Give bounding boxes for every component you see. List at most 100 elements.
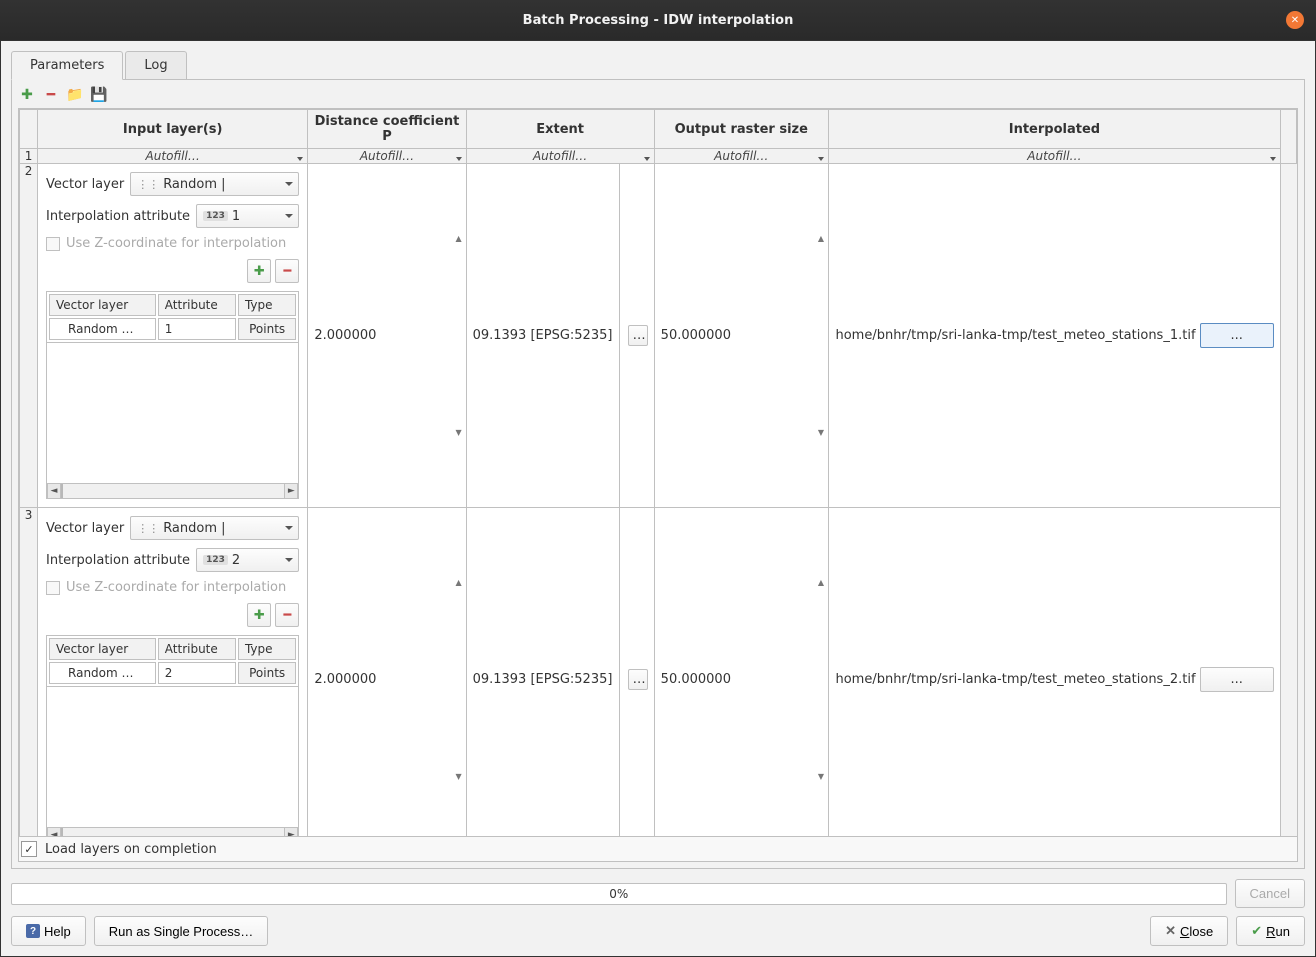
sub-attr-value[interactable]: 2 [158, 662, 236, 684]
input-layer-cell: Vector layer ⋮⋮Random | Interpolation at… [38, 164, 308, 508]
remove-layer-icon[interactable]: ━ [275, 259, 299, 283]
add-row-icon[interactable]: ✚ [18, 86, 36, 104]
sub-type-value[interactable]: Points [238, 662, 296, 684]
output-path[interactable]: home/bnhr/tmp/sri-lanka-tmp/test_meteo_s… [835, 328, 1196, 343]
use-z-row: Use Z-coordinate for interpolation [46, 236, 299, 251]
titlebar: Batch Processing - IDW interpolation [0, 0, 1316, 40]
scroll-left-icon[interactable]: ◄ [47, 828, 61, 837]
interp-attr-combo[interactable]: 1232 [196, 548, 299, 572]
sub-hscroll[interactable]: ◄ ► [46, 483, 299, 499]
vector-layer-label: Vector layer [46, 177, 124, 192]
output-path[interactable]: home/bnhr/tmp/sri-lanka-tmp/test_meteo_s… [835, 672, 1196, 687]
sub-hscroll[interactable]: ◄ ► [46, 827, 299, 837]
output-browse-button[interactable]: ... [1200, 667, 1274, 692]
sub-col-vector: Vector layer [49, 638, 156, 660]
load-layers-checkbox[interactable]: ✓ [21, 841, 37, 857]
interp-attr-combo[interactable]: 1231 [196, 204, 299, 228]
sub-col-attr: Attribute [158, 638, 236, 660]
add-layer-icon[interactable]: ✚ [247, 259, 271, 283]
output-cell: home/bnhr/tmp/sri-lanka-tmp/test_meteo_s… [828, 164, 1280, 508]
sub-vector-value[interactable]: Random … [49, 318, 156, 340]
distance-cell[interactable]: 2.000000 ▲▼ [308, 508, 466, 838]
vertical-scrollbar[interactable] [1280, 110, 1296, 164]
spin-up-icon[interactable]: ▲ [814, 234, 828, 243]
use-z-checkbox[interactable] [46, 237, 60, 251]
toolbar: ✚ ━ 📁 💾 [18, 86, 1298, 104]
input-layer-cell: Vector layer ⋮⋮Random | Interpolation at… [38, 508, 308, 838]
tab-parameters[interactable]: Parameters [11, 51, 123, 80]
sub-col-vector: Vector layer [49, 294, 156, 316]
col-extent[interactable]: Extent [466, 110, 654, 149]
autofill-distance[interactable]: Autofill… [308, 149, 466, 164]
spin-up-icon[interactable]: ▲ [452, 578, 466, 587]
spin-down-icon[interactable]: ▼ [452, 772, 466, 781]
progress-bar: 0% [11, 883, 1227, 905]
close-icon[interactable] [1286, 11, 1304, 29]
extent-value-cell[interactable]: 09.1393 [EPSG:5235] [466, 164, 619, 508]
col-rownum [20, 110, 38, 149]
rownum-1: 1 [20, 149, 38, 164]
autofill-interp[interactable]: Autofill… [828, 149, 1280, 164]
interp-attr-label: Interpolation attribute [46, 209, 190, 224]
tab-log[interactable]: Log [125, 51, 186, 80]
use-z-label: Use Z-coordinate for interpolation [66, 580, 286, 595]
scroll-right-icon[interactable]: ► [284, 484, 298, 498]
use-z-row: Use Z-coordinate for interpolation [46, 580, 299, 595]
extent-btn-cell: … [619, 164, 654, 508]
load-layers-row[interactable]: ✓ Load layers on completion [18, 837, 1298, 862]
rownum: 3 [20, 508, 38, 838]
progress-row: 0% Cancel [11, 879, 1305, 908]
tab-content: ✚ ━ 📁 💾 Input layer(s) Distance coeffici… [11, 79, 1305, 869]
extent-btn-cell: … [619, 508, 654, 838]
save-icon[interactable]: 💾 [90, 86, 108, 104]
window: Batch Processing - IDW interpolation Par… [0, 0, 1316, 957]
sub-vector-value[interactable]: Random … [49, 662, 156, 684]
open-icon[interactable]: 📁 [66, 86, 84, 104]
vector-layer-label: Vector layer [46, 521, 124, 536]
autofill-raster[interactable]: Autofill… [654, 149, 828, 164]
extent-browse-button[interactable]: … [628, 325, 648, 346]
raster-size-cell[interactable]: 50.000000 ▲▼ [654, 164, 828, 508]
spin-down-icon[interactable]: ▼ [452, 428, 466, 437]
close-button[interactable]: ✕ Close [1150, 916, 1228, 946]
extent-browse-button[interactable]: … [628, 669, 648, 690]
tab-bar: Parameters Log [11, 51, 1305, 80]
spin-down-icon[interactable]: ▼ [814, 428, 828, 437]
bottom-buttons: ? Help Run as Single Process… ✕ Close ✔ … [11, 916, 1305, 946]
run-single-button[interactable]: Run as Single Process… [94, 916, 269, 946]
remove-row-icon[interactable]: ━ [42, 86, 60, 104]
close-x-icon: ✕ [1165, 923, 1176, 939]
autofill-extent[interactable]: Autofill… [466, 149, 654, 164]
remove-layer-icon[interactable]: ━ [275, 603, 299, 627]
use-z-checkbox[interactable] [46, 581, 60, 595]
batch-table[interactable]: Input layer(s) Distance coefficient P Ex… [18, 108, 1298, 837]
col-raster-size[interactable]: Output raster size [654, 110, 828, 149]
raster-size-cell[interactable]: 50.000000 ▲▼ [654, 508, 828, 838]
add-layer-icon[interactable]: ✚ [247, 603, 271, 627]
cancel-button[interactable]: Cancel [1235, 879, 1305, 908]
run-button[interactable]: ✔ Run [1236, 916, 1305, 946]
scroll-left-icon[interactable]: ◄ [47, 484, 61, 498]
col-input-layers[interactable]: Input layer(s) [38, 110, 308, 149]
sub-col-type: Type [238, 638, 296, 660]
sub-attr-value[interactable]: 1 [158, 318, 236, 340]
extent-value-cell[interactable]: 09.1393 [EPSG:5235] [466, 508, 619, 838]
content: Parameters Log ✚ ━ 📁 💾 Input layer(s) Di… [0, 40, 1316, 957]
spin-up-icon[interactable]: ▲ [814, 578, 828, 587]
run-icon: ✔ [1251, 923, 1262, 939]
interp-attr-label: Interpolation attribute [46, 553, 190, 568]
help-button[interactable]: ? Help [11, 916, 86, 946]
load-layers-label: Load layers on completion [45, 842, 217, 857]
col-interpolated[interactable]: Interpolated [828, 110, 1280, 149]
distance-cell[interactable]: 2.000000 ▲▼ [308, 164, 466, 508]
spin-down-icon[interactable]: ▼ [814, 772, 828, 781]
output-browse-button[interactable]: ... [1200, 323, 1274, 348]
window-title: Batch Processing - IDW interpolation [523, 13, 794, 28]
vector-layer-combo[interactable]: ⋮⋮Random | [130, 172, 299, 196]
autofill-input[interactable]: Autofill… [38, 149, 308, 164]
spin-up-icon[interactable]: ▲ [452, 234, 466, 243]
col-distance[interactable]: Distance coefficient P [308, 110, 466, 149]
sub-type-value[interactable]: Points [238, 318, 296, 340]
scroll-right-icon[interactable]: ► [284, 828, 298, 837]
vector-layer-combo[interactable]: ⋮⋮Random | [130, 516, 299, 540]
